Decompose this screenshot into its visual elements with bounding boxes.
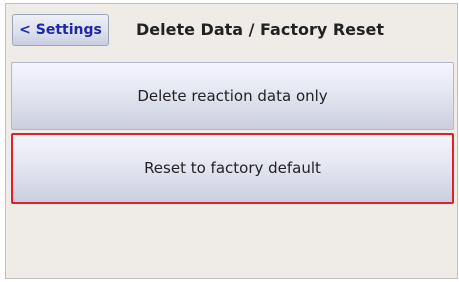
page-title: Delete Data / Factory Reset (136, 20, 385, 39)
delete-reaction-data-button[interactable]: Delete reaction data only (11, 62, 454, 130)
reset-factory-default-button[interactable]: Reset to factory default (11, 133, 454, 204)
header-bar: < Settings Delete Data / Factory Reset (6, 4, 457, 53)
screen: < Settings Delete Data / Factory Reset D… (5, 3, 458, 279)
back-to-settings-button[interactable]: < Settings (12, 14, 109, 46)
